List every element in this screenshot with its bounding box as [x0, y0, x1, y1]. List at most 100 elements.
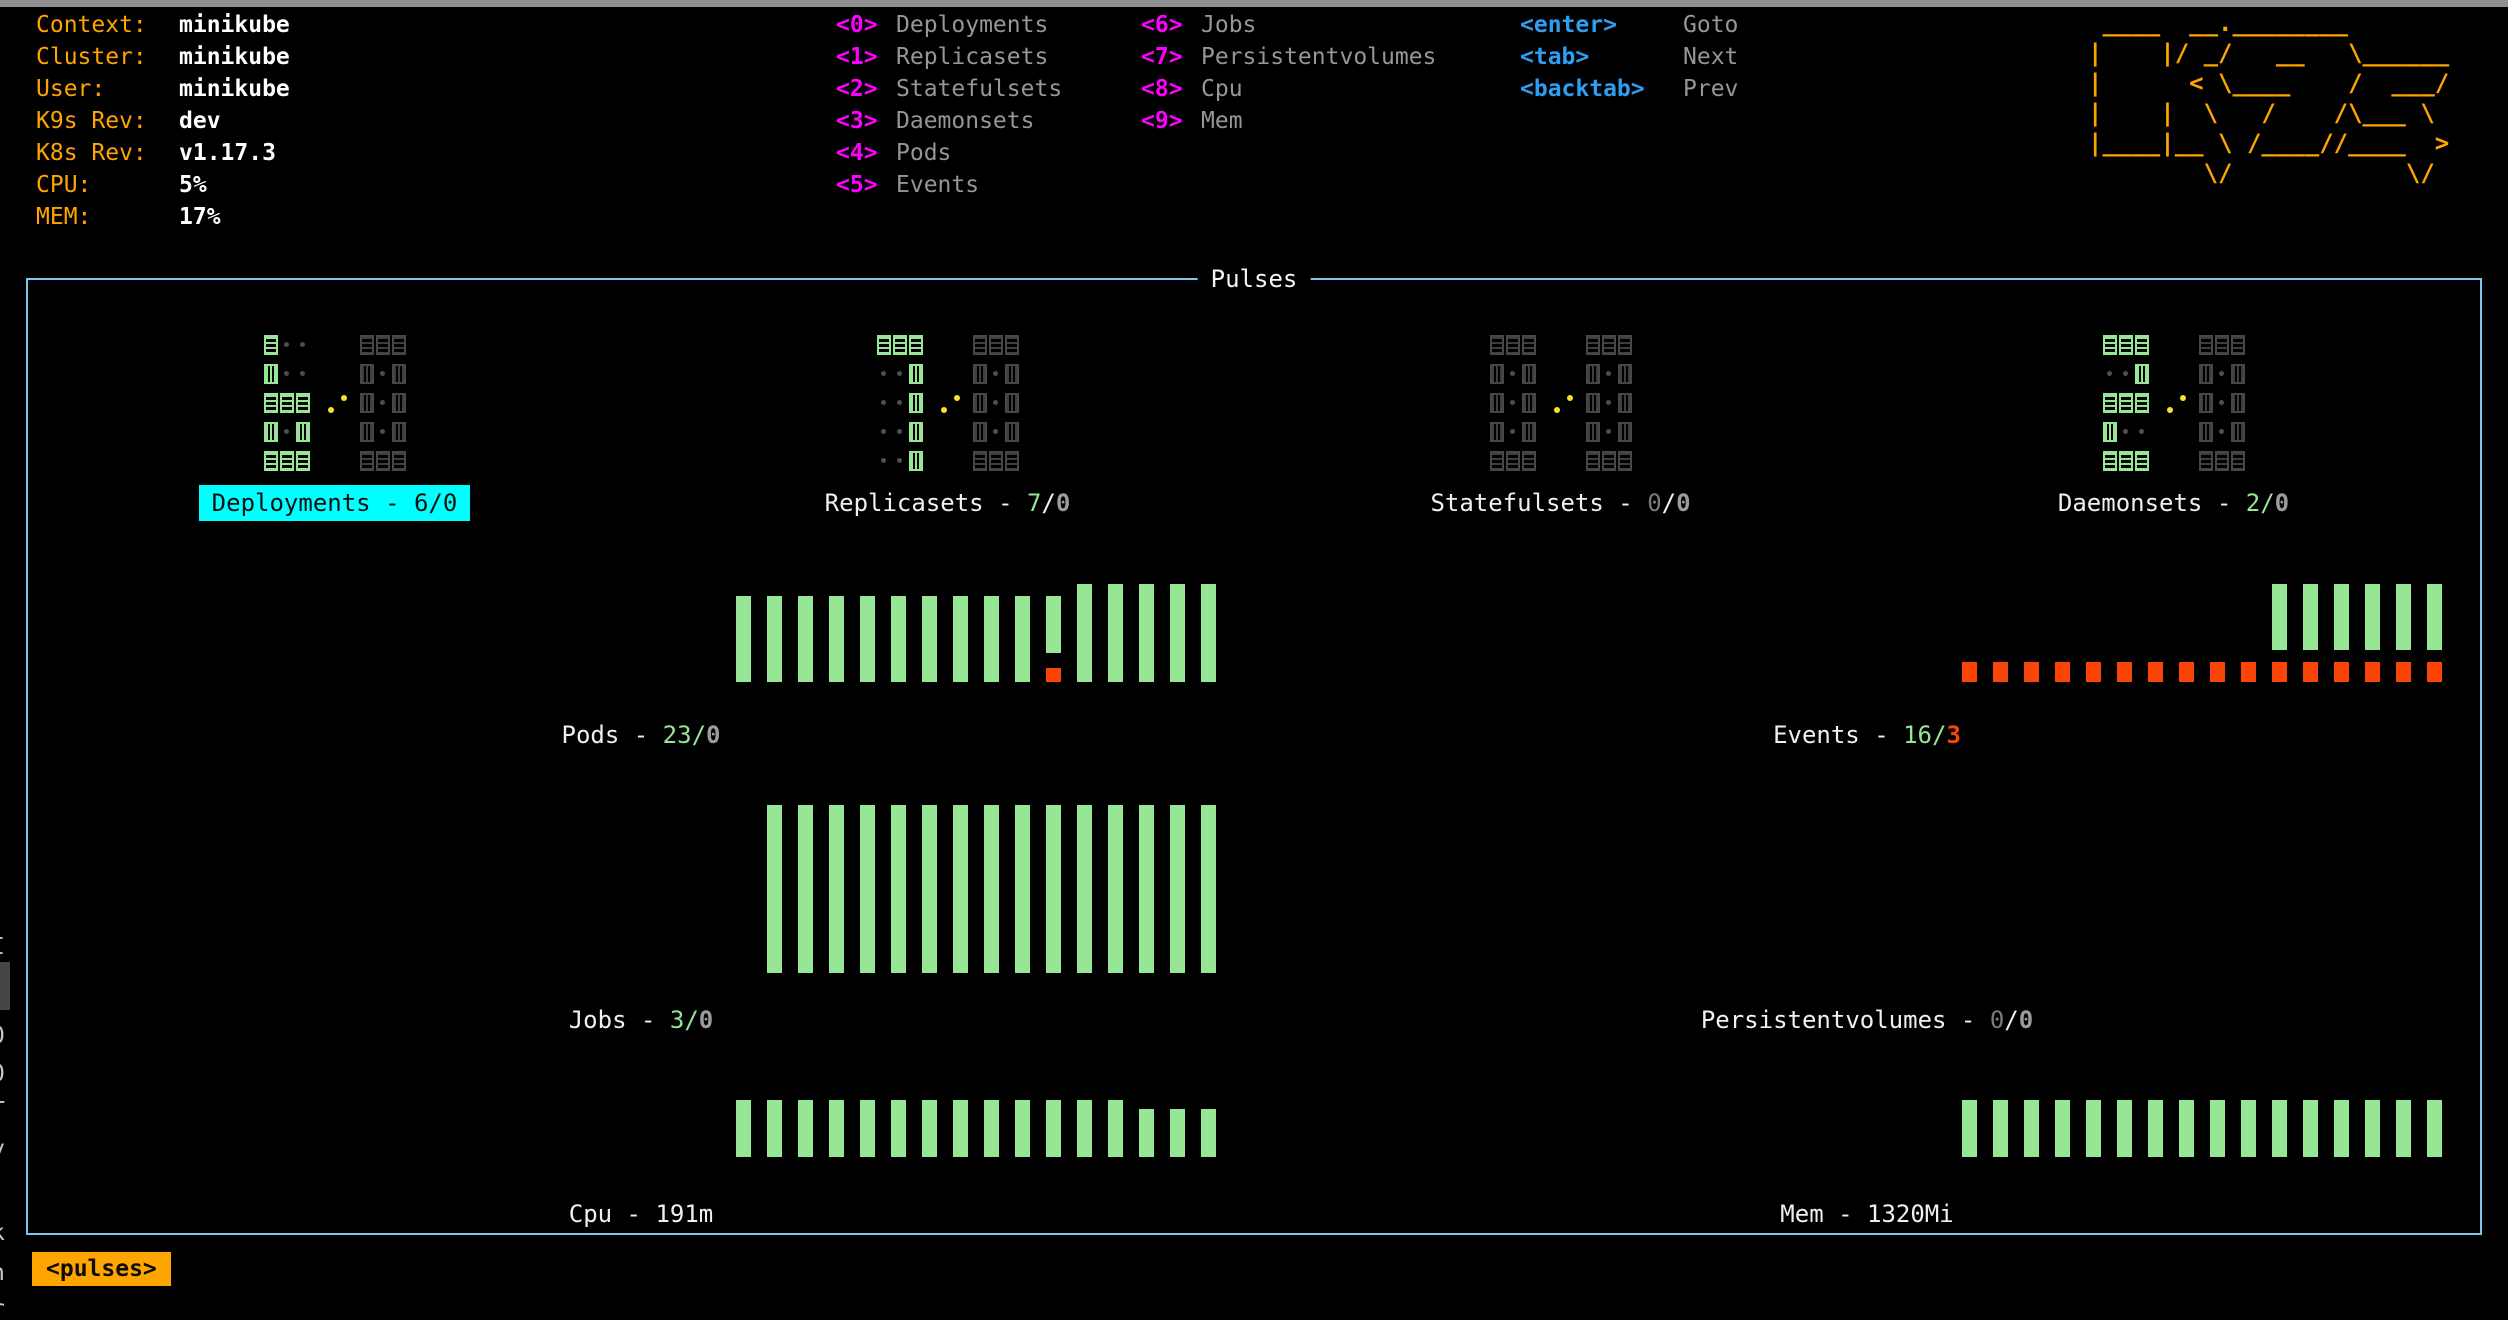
clipped-glyph: k	[0, 1222, 5, 1245]
digit-dot	[2122, 429, 2128, 434]
bar-segment-fault	[2117, 662, 2132, 682]
digit-block	[359, 451, 374, 471]
panel-label-segment: /	[684, 1006, 699, 1034]
pulse-panel-daemonsets[interactable]: Daemonsets - 2/0	[1867, 335, 2480, 535]
menu-item-deployments[interactable]: <0> Deployments	[836, 9, 1062, 41]
pulse-panel-persistentvolumes[interactable]: Persistentvolumes - 0/0	[1254, 805, 2480, 1038]
sparkline-bar	[953, 805, 968, 973]
info-value: minikube	[179, 44, 290, 70]
k9s-logo: ____ __.________ | |/ _/ __ \______ | < …	[2088, 9, 2450, 187]
pulse-panel-mem[interactable]: Mem - 1320Mi	[1254, 1100, 2480, 1232]
digit-block	[391, 451, 406, 471]
menu-item-persistentvolumes[interactable]: <7> Persistentvolumes	[1141, 41, 1436, 73]
digit-block	[1617, 422, 1632, 442]
digit-block	[391, 335, 406, 355]
panel-label-cpu: Cpu - 191m	[28, 1196, 1254, 1232]
menu-item-cpu[interactable]: <8> Cpu	[1141, 73, 1436, 105]
sparkline-bar	[2086, 662, 2101, 682]
clipped-glyph: I	[0, 936, 5, 959]
sparkline	[28, 1100, 1254, 1157]
digit-block	[263, 422, 278, 442]
pulse-panel-deployments[interactable]: Deployments - 6/0	[28, 335, 641, 535]
bar-segment-gap	[2272, 650, 2287, 662]
digit-block	[359, 422, 374, 442]
info-label: K8s Rev:	[36, 140, 147, 166]
panel-label-segment: /	[691, 721, 707, 749]
bar-segment-gap	[2303, 650, 2318, 662]
panel-label-segment: 0	[706, 721, 721, 749]
bar-segment-fault	[1962, 662, 1977, 682]
info-label: MEM:	[36, 204, 92, 230]
menu-item-goto[interactable]: <enter> Goto	[1520, 9, 1738, 41]
menu-item-pods[interactable]: <4> Pods	[836, 137, 1062, 169]
digit-block	[972, 422, 987, 442]
sparkline-bar	[1201, 1109, 1216, 1157]
slash-dot	[2166, 407, 2173, 413]
menu-item-events[interactable]: <5> Events	[836, 169, 1062, 201]
digit-block	[972, 393, 987, 413]
info-value: 17%	[179, 204, 221, 230]
digit-block	[1505, 335, 1520, 355]
sparkline-bar	[2241, 1100, 2256, 1157]
menu-label: Pods	[896, 140, 952, 166]
digit-block	[1585, 393, 1600, 413]
menu-item-next[interactable]: <tab> Next	[1520, 41, 1738, 73]
panel-label-segment: 0	[698, 1006, 714, 1034]
sparkline-bar	[1201, 805, 1216, 973]
sparkline-bar	[2272, 584, 2287, 682]
bar-segment-ok	[984, 805, 999, 973]
bar-segment-ok	[2055, 1100, 2070, 1157]
pulse-panel-pods[interactable]: Pods - 23/0	[28, 584, 1254, 753]
bar-segment-ok	[984, 596, 999, 682]
sparkline-bar	[1139, 1109, 1154, 1157]
pulse-panel-statefulsets[interactable]: Statefulsets - 0/0	[1254, 335, 1867, 535]
left-edge-clipped-glyphs: . I 0 0 Tyjknr	[0, 870, 11, 1320]
menu-item-daemonsets[interactable]: <3> Daemonsets	[836, 105, 1062, 137]
clipped-glyph: .	[0, 878, 5, 901]
pulse-panel-cpu[interactable]: Cpu - 191m	[28, 1100, 1254, 1232]
pulses-crumb[interactable]: <pulses>	[32, 1252, 171, 1286]
menu-item-statefulsets[interactable]: <2> Statefulsets	[836, 73, 1062, 105]
bar-segment-ok	[984, 1100, 999, 1157]
info-value: minikube	[179, 76, 290, 102]
info-row-5: CPU: 5%	[36, 169, 290, 201]
digit-dot	[283, 429, 289, 434]
digit-dot	[2218, 429, 2224, 434]
digit-dot	[1605, 371, 1611, 376]
digit-block	[1004, 364, 1019, 384]
sparkline-bar	[1077, 584, 1092, 682]
sparkline-bar	[984, 1100, 999, 1157]
menu-item-jobs[interactable]: <6> Jobs	[1141, 9, 1436, 41]
panel-label-segment: Jobs -	[568, 1006, 670, 1034]
menu-item-prev[interactable]: <backtab> Prev	[1520, 73, 1738, 105]
bar-segment-ok	[2272, 1100, 2287, 1157]
info-label: Context:	[36, 12, 147, 38]
digit-block	[972, 364, 987, 384]
sparkline-bar	[984, 596, 999, 682]
digit-dot	[1509, 429, 1515, 434]
pulse-panel-replicasets[interactable]: Replicasets - 7/0	[641, 335, 1254, 535]
bar-segment-ok	[1046, 596, 1061, 653]
bar-segment-fault	[2272, 662, 2287, 682]
sparkline-bar	[922, 805, 937, 973]
menu-key: <7>	[1141, 44, 1183, 70]
bar-segment-ok	[1015, 596, 1030, 682]
clipped-glyph: j	[0, 1178, 5, 1201]
sparkline-bar	[860, 805, 875, 973]
bar-segment-ok	[2241, 1100, 2256, 1157]
pulse-panel-jobs[interactable]: Jobs - 3/0	[28, 805, 1254, 1038]
digit-block	[2118, 393, 2133, 413]
bar-segment-ok	[1201, 1109, 1216, 1157]
panel-label-jobs: Jobs - 3/0	[28, 1002, 1254, 1038]
bar-segment-ok	[1139, 805, 1154, 973]
digit-block	[391, 422, 406, 442]
menu-item-mem[interactable]: <9> Mem	[1141, 105, 1436, 137]
menu-item-replicasets[interactable]: <1> Replicasets	[836, 41, 1062, 73]
pulse-panel-events[interactable]: Events - 16/3	[1254, 584, 2480, 753]
panel-label-segment: 7	[1026, 489, 1042, 517]
digit-block	[295, 393, 310, 413]
sparkline-bar	[953, 596, 968, 682]
sparkline-bar	[1993, 662, 2008, 682]
bar-segment-ok	[1046, 1100, 1061, 1157]
bar-segment-fault	[1046, 668, 1061, 682]
